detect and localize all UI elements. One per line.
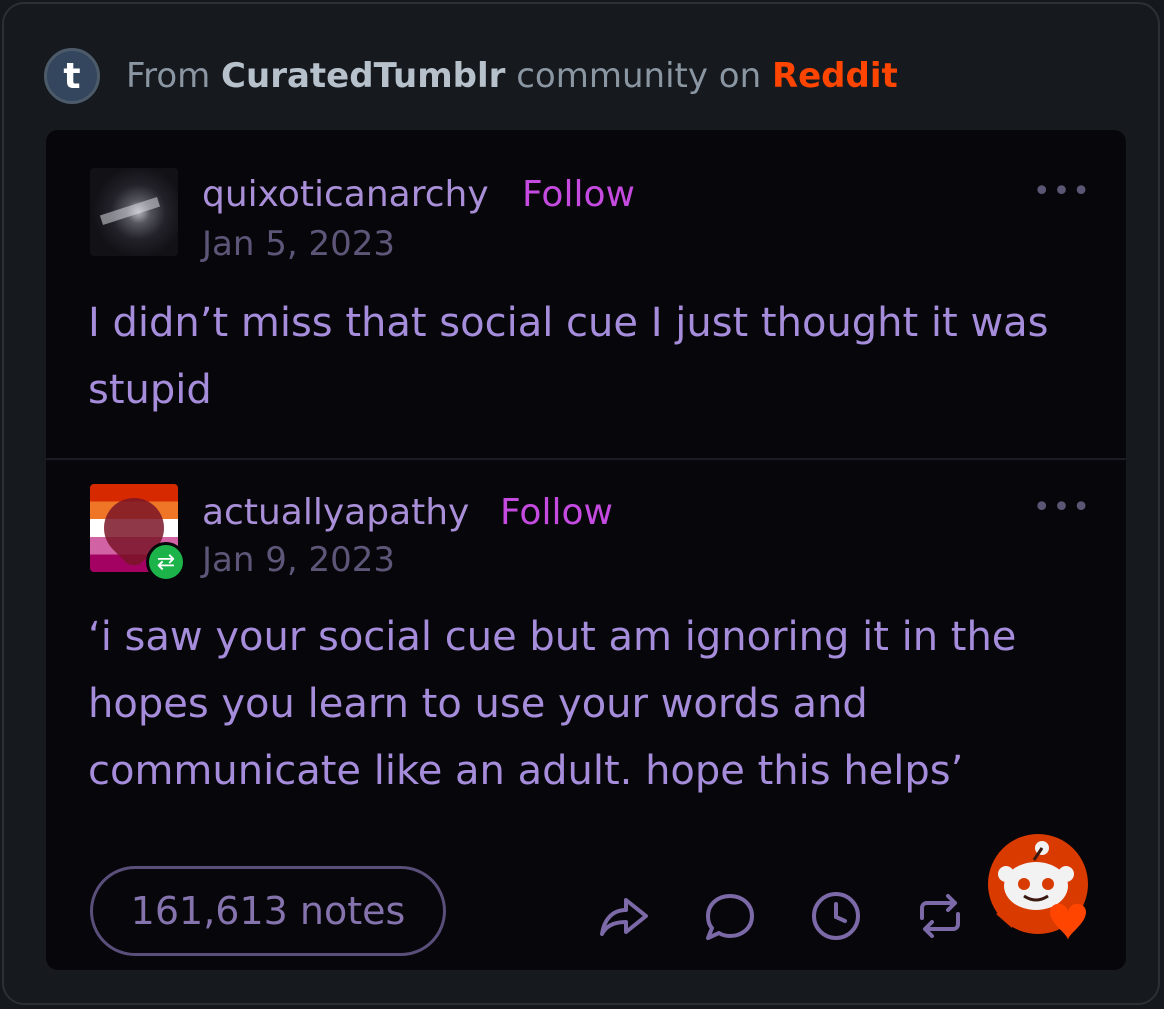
- source-prefix: From: [126, 56, 222, 96]
- tumblr-logo-icon: t: [44, 48, 100, 104]
- reddit-snoo-icon: [986, 824, 1096, 944]
- more-options-icon[interactable]: •••: [1033, 174, 1092, 209]
- tumblr-screenshot: quixoticanarchy Follow Jan 5, 2023 ••• I…: [46, 130, 1126, 970]
- platform-link[interactable]: Reddit: [772, 56, 898, 96]
- notes-count-button[interactable]: 161,613 notes: [90, 866, 446, 956]
- post-username[interactable]: actuallyapathy: [202, 492, 469, 533]
- post-date: Jan 5, 2023: [202, 224, 395, 264]
- reblog-icon[interactable]: [912, 888, 968, 944]
- post-username[interactable]: quixoticanarchy: [202, 174, 489, 215]
- community-link[interactable]: CuratedTumblr: [221, 56, 505, 96]
- avatar[interactable]: [90, 168, 178, 256]
- reddit-embed-card: t From CuratedTumblr community on Reddit…: [2, 2, 1160, 1005]
- follow-button[interactable]: Follow: [522, 174, 635, 215]
- comment-icon[interactable]: [702, 888, 758, 944]
- post-body: I didn’t miss that social cue I just tho…: [88, 300, 1049, 413]
- clock-icon[interactable]: [808, 888, 864, 944]
- post-date: Jan 9, 2023: [202, 540, 395, 580]
- share-icon[interactable]: [596, 888, 652, 944]
- original-post: quixoticanarchy Follow Jan 5, 2023 ••• I…: [46, 130, 1126, 460]
- reblog-badge-icon: ⇄: [146, 542, 186, 582]
- source-attribution: From CuratedTumblr community on Reddit: [126, 56, 898, 96]
- post-body: ‘i saw your social cue but am ignoring i…: [88, 614, 1017, 794]
- follow-button[interactable]: Follow: [500, 492, 613, 533]
- more-options-icon[interactable]: •••: [1033, 490, 1092, 525]
- source-middle: community on: [505, 56, 772, 96]
- source-row: t From CuratedTumblr community on Reddit: [44, 44, 898, 108]
